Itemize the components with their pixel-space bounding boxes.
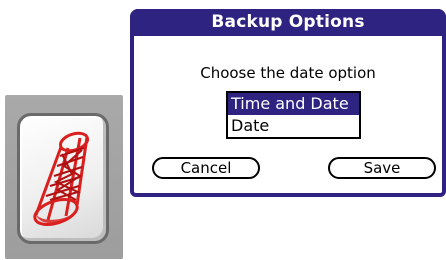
backup-spool-icon [33,131,90,226]
option-time-and-date[interactable]: Time and Date [228,93,359,115]
dialog-title: Backup Options [130,9,446,36]
cancel-button[interactable]: Cancel [152,157,260,179]
save-button[interactable]: Save [328,157,436,179]
backup-app-icon[interactable] [5,95,123,259]
backup-options-dialog: Backup Options Choose the date option Ti… [130,9,446,197]
date-option-prompt: Choose the date option [200,64,376,82]
app-icon-tile [17,113,109,244]
option-date[interactable]: Date [228,115,359,137]
screen: Backup Options Choose the date option Ti… [0,0,446,260]
date-option-list[interactable]: Time and Date Date [226,91,361,139]
